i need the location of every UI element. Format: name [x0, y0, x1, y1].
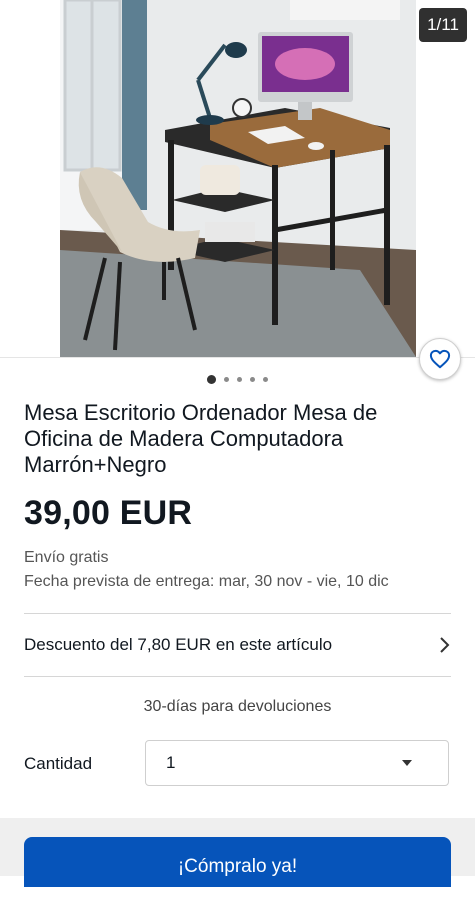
product-price: 39,00 EUR — [24, 494, 193, 532]
image-counter: 1/11 — [419, 8, 467, 42]
caret-down-icon — [402, 760, 412, 766]
delivery-estimate: Fecha prevista de entrega: mar, 30 nov -… — [24, 573, 389, 590]
discount-row[interactable]: Descuento del 7,80 EUR en este artículo — [24, 614, 451, 676]
quantity-value: 1 — [166, 753, 176, 772]
heart-outline-icon — [429, 349, 451, 369]
gallery-divider — [0, 357, 475, 358]
product-photo[interactable] — [60, 0, 416, 357]
returns-policy: 30-días para devoluciones — [143, 698, 332, 715]
shipping-info: Envío gratis — [24, 549, 109, 566]
pagination-dot[interactable] — [263, 376, 268, 382]
gallery-pagination — [0, 374, 475, 384]
pagination-dot[interactable] — [250, 376, 255, 382]
pagination-dot-active[interactable] — [207, 374, 216, 384]
product-title: Mesa Escritorio Ordenador Mesa de Oficin… — [24, 400, 378, 477]
pagination-dot[interactable] — [224, 376, 229, 382]
chevron-right-icon — [440, 637, 450, 653]
pagination-dot[interactable] — [237, 376, 242, 382]
divider — [24, 676, 451, 677]
image-gallery[interactable]: 1/11 — [0, 0, 475, 357]
buy-now-button[interactable]: ¡Cómpralo ya! — [24, 837, 451, 887]
quantity-label: Cantidad — [24, 754, 93, 773]
discount-label: Descuento del 7,80 EUR en este artículo — [24, 635, 333, 654]
quantity-select[interactable]: 1 — [145, 740, 449, 786]
